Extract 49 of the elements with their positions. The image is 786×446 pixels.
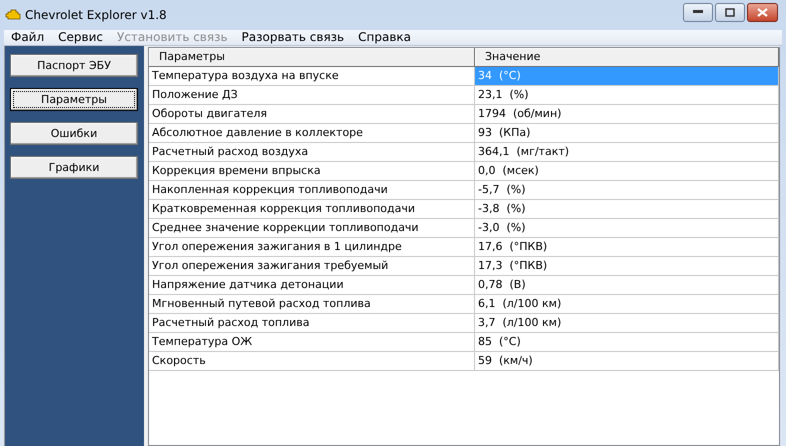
table-cell: Положение ДЗ	[149, 86, 475, 105]
table-cell: Обороты двигателя	[149, 105, 475, 124]
table-cell: Абсолютное давление в коллекторе	[149, 124, 475, 143]
engine-icon	[5, 9, 21, 21]
table-cell: Накопленная коррекция топливоподачи	[149, 181, 475, 200]
menu-item[interactable]: Файл	[4, 30, 52, 44]
table-cell: Среднее значение коррекции топливоподачи	[149, 219, 475, 238]
table-cell[interactable]: 6,1 (л/100 км)	[475, 295, 779, 314]
table-cell: Угол опережения зажигания в 1 цилиндре	[149, 238, 475, 257]
table-cell: Температура ОЖ	[149, 333, 475, 352]
sidebar-button[interactable]: Графики	[10, 156, 138, 179]
table-cell[interactable]: -5,7 (%)	[475, 181, 779, 200]
sidebar-button[interactable]: Паспорт ЭБУ	[10, 54, 138, 77]
menu-item[interactable]: Разорвать связь	[234, 30, 352, 44]
table-cell: Коррекция времени впрыска	[149, 162, 475, 181]
table-cell: Мгновенный путевой расход топлива	[149, 295, 475, 314]
table-cell[interactable]: -3,8 (%)	[475, 200, 779, 219]
table-cell[interactable]: 93 (КПа)	[475, 124, 779, 143]
sidebar-button[interactable]: Параметры	[10, 88, 138, 111]
table-cell: Напряжение датчика детонации	[149, 276, 475, 295]
table-cell[interactable]: 3,7 (л/100 км)	[475, 314, 779, 333]
table-cell[interactable]: 85 (°C)	[475, 333, 779, 352]
minimize-icon	[693, 10, 703, 14]
table-cell: Угол опережения зажигания требуемый	[149, 257, 475, 276]
sidebar-button[interactable]: Ошибки	[10, 122, 138, 145]
window-title: Chevrolet Explorer v1.8	[25, 8, 167, 22]
table-cell[interactable]: -3,0 (%)	[475, 219, 779, 238]
table-cell[interactable]: 0,0 (мсек)	[475, 162, 779, 181]
table-cell[interactable]: 17,6 (°ПКВ)	[475, 238, 779, 257]
table-cell[interactable]: 364,1 (мг/такт)	[475, 143, 779, 162]
table-cell: Расчетный расход воздуха	[149, 143, 475, 162]
maximize-icon	[725, 8, 735, 16]
column-header[interactable]: Значение	[475, 48, 779, 67]
maximize-button[interactable]	[715, 2, 745, 22]
table-cell: Кратковременная коррекция топливоподачи	[149, 200, 475, 219]
table-cell: Расчетный расход топлива	[149, 314, 475, 333]
table-cell: Скорость	[149, 352, 475, 371]
table-cell[interactable]: 23,1 (%)	[475, 86, 779, 105]
close-button[interactable]	[747, 2, 778, 22]
table-cell[interactable]: 1794 (об/мин)	[475, 105, 779, 124]
table-cell[interactable]: 0,78 (В)	[475, 276, 779, 295]
menu-item[interactable]: Справка	[351, 30, 418, 44]
table-cell: Температура воздуха на впуске	[149, 67, 475, 86]
column-header[interactable]: Параметры	[149, 48, 475, 67]
table-cell[interactable]: 59 (км/ч)	[475, 352, 779, 371]
minimize-button[interactable]	[683, 2, 713, 22]
menu-item[interactable]: Сервис	[51, 30, 110, 44]
close-icon	[757, 8, 768, 16]
table-cell[interactable]: 17,3 (°ПКВ)	[475, 257, 779, 276]
